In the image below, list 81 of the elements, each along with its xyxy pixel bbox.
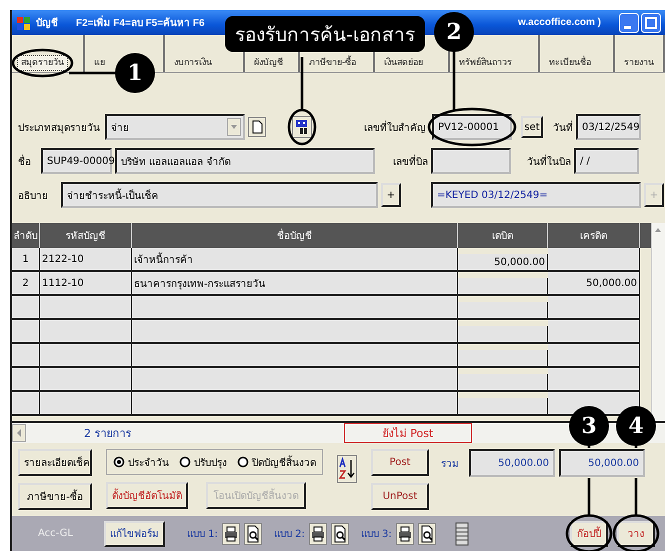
post-status: ยังไม่ Post [344,423,472,443]
set-button[interactable]: set [521,116,543,138]
radio-button[interactable] [237,456,249,468]
input-field[interactable]: PV12-00001 [432,114,512,140]
table-cell: 50,000.00 [458,254,548,272]
window-title: w.accoffice.com ) [518,17,601,28]
paste-button[interactable]: วาง [617,520,655,546]
radio-button[interactable] [179,456,191,468]
action-button[interactable]: ภาษีขาย-ซื้อ [18,483,92,510]
total-field: 50,000.00 [559,449,645,477]
post-button[interactable]: UnPost [371,483,429,510]
table-cell: 2 [12,272,40,296]
search-button[interactable] [292,116,312,138]
field-label: เลขที่ใบสำคัญ [363,120,426,134]
input-field[interactable] [431,148,511,174]
field-label: วันที่ในบิล [526,154,571,168]
print-button[interactable] [222,522,240,544]
tab[interactable]: ผังบัญชี [251,56,286,70]
column-header: เดบิต [458,223,548,248]
text-field[interactable]: =KEYED 03/12/2549= [431,182,641,208]
table-cell: เจ้าหนี้การค้า [132,248,458,272]
print-preview-button[interactable] [244,522,262,544]
copy-button[interactable]: ก๊อปปี้ [570,520,608,546]
new-document-button[interactable] [248,117,266,137]
radio-label: ปรับปรุง [194,456,227,470]
field-label: ชื่อ [18,154,32,168]
total-field: 50,000.00 [469,449,555,477]
tab[interactable]: เงินสดย่อย [381,56,426,70]
layout-label: แบบ 2: [274,528,305,541]
leader-line [69,72,116,74]
tab[interactable]: ทะเบียนชื่อ [546,56,594,70]
maximize-button[interactable] [641,12,661,32]
action-button[interactable]: ตั้งบัญชีอัตโนมัติ [106,482,188,509]
list-icon[interactable] [454,522,470,546]
tab[interactable]: ทรัพย์สินถาวร [456,56,515,70]
input-field[interactable]: จ่ายชำระหนี้-เป็นเช็ค [61,182,378,208]
tab[interactable]: งบการเงิน [171,56,215,70]
radio-button[interactable] [113,456,125,468]
input-field[interactable]: บริษัท แอลแอลแอล จำกัด [115,148,375,174]
table-cell: 1112-10 [40,272,132,296]
highlight-ellipse [12,48,74,78]
field-label: ประเภทสมุดรายวัน [18,122,101,134]
sort-az-button[interactable] [337,455,357,483]
app-name: บัญชี [36,16,58,30]
input-field[interactable]: / / [574,148,639,174]
callout-label: รองรับการค้น-เอกสาร [225,16,425,52]
layout-label: แบบ 1: [187,528,218,541]
highlight-ellipse [288,108,316,146]
add-button[interactable]: + [381,183,401,207]
print-button[interactable] [308,522,327,544]
table-cell: 1 [12,248,40,272]
tab[interactable]: ภาษีขาย-ซื้อ [306,56,360,70]
input-field[interactable]: 03/12/2549 [576,114,641,140]
radio-label: ประจำวัน [128,456,169,470]
tab[interactable]: รายงาน [621,56,657,70]
action-button[interactable]: รายละเอียดเช็ค [18,449,92,476]
input-field[interactable]: SUP49-00009 [41,148,112,174]
print-button[interactable] [396,522,414,544]
edit-form-button[interactable]: แก้ไขฟอร์ม [104,520,165,546]
record-count: 2 รายการ [84,426,132,442]
dropdown[interactable]: จ่าย [105,114,245,140]
radio-label: ปิดบัญชีสิ้นงวด [252,454,316,470]
window-title: F2=เพิ่ม F4=ลบ F5=ค้นหา F6 [76,15,205,30]
scrollbar[interactable] [651,223,665,421]
print-preview-button[interactable] [330,522,349,544]
print-preview-button[interactable] [418,522,436,544]
table-cell: ธนาคารกรุงเทพ-กระแสรายวัน [132,272,458,296]
minimize-button[interactable] [619,12,639,32]
table-cell: 50,000.00 [548,272,640,296]
total-label: รวม [441,458,459,470]
post-button[interactable]: Post [371,449,429,476]
field-label: วันที่ [552,120,573,134]
tab[interactable]: สมุดรายวัน [18,56,67,70]
tab[interactable]: แย [91,56,108,70]
table-cell: 2122-10 [40,248,132,272]
leader-line [300,57,304,110]
layout-label: แบบ 3: [360,528,392,541]
app-icon [16,14,32,30]
field-label: อธิบาย [18,190,49,202]
module-label: Acc-GL [38,528,74,539]
field-label: เลขที่บิล [392,154,428,168]
